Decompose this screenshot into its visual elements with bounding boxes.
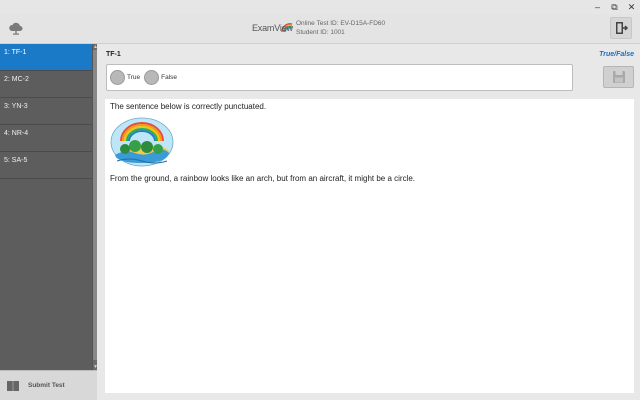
- question-content: The sentence below is correctly punctuat…: [105, 99, 634, 393]
- answer-options: True False: [106, 64, 573, 91]
- student-id: Student ID: 1001: [296, 29, 345, 36]
- option-false-label: False: [161, 74, 178, 81]
- question-sidebar: 1: TF-1 2: MC-2 3: YN-3 4: NR-4 5: SA-5 …: [0, 44, 98, 400]
- close-button[interactable]: ✕: [623, 0, 640, 14]
- option-true-label: True: [127, 74, 141, 81]
- option-false[interactable]: False: [144, 70, 177, 85]
- submit-test-label: Submit Test: [28, 382, 65, 389]
- sidebar-item-mc-2[interactable]: 2: MC-2: [0, 71, 92, 98]
- sidebar-item-nr-4[interactable]: 4: NR-4: [0, 125, 92, 152]
- submit-test-button[interactable]: Submit Test: [0, 370, 97, 400]
- minimize-button[interactable]: –: [589, 0, 606, 14]
- sidebar-item-tf-1[interactable]: 1: TF-1: [0, 44, 92, 71]
- radio-true[interactable]: [110, 70, 125, 85]
- book-icon: [7, 380, 19, 391]
- radio-false[interactable]: [144, 70, 160, 85]
- test-id: Online Test ID: EV-D15A-FD60: [296, 20, 386, 27]
- cloud-icon[interactable]: [8, 20, 24, 36]
- logo-text: ExamView: [252, 23, 293, 33]
- floppy-disk-icon: [612, 71, 625, 83]
- sidebar-item-yn-3[interactable]: 3: YN-3: [0, 98, 92, 125]
- question-type: True/False: [599, 51, 634, 58]
- save-button[interactable]: [603, 66, 634, 88]
- app-window: – ⧉ ✕ ExamView Online Test ID: EV-D15A-F…: [0, 0, 640, 400]
- question-panel: TF-1 True/False True False The sentence …: [97, 44, 640, 400]
- question-stem: The sentence below is correctly punctuat…: [110, 102, 267, 111]
- test-info: Online Test ID: EV-D15A-FD60 Student ID:…: [296, 19, 385, 37]
- window-controls: – ⧉ ✕: [589, 0, 640, 14]
- restore-button[interactable]: ⧉: [606, 0, 623, 14]
- exit-door-icon: [616, 22, 629, 34]
- island-rainbow-image: [109, 115, 175, 167]
- question-sentence: From the ground, a rainbow looks like an…: [110, 174, 416, 183]
- sidebar-item-sa-5[interactable]: 5: SA-5: [0, 152, 92, 179]
- question-label: TF-1: [106, 51, 121, 58]
- exit-button[interactable]: [610, 17, 632, 39]
- examview-logo: ExamView: [252, 20, 294, 38]
- question-list: 1: TF-1 2: MC-2 3: YN-3 4: NR-4 5: SA-5: [0, 44, 92, 370]
- header-bar: ExamView Online Test ID: EV-D15A-FD60 St…: [0, 14, 640, 44]
- option-true[interactable]: True: [110, 70, 140, 85]
